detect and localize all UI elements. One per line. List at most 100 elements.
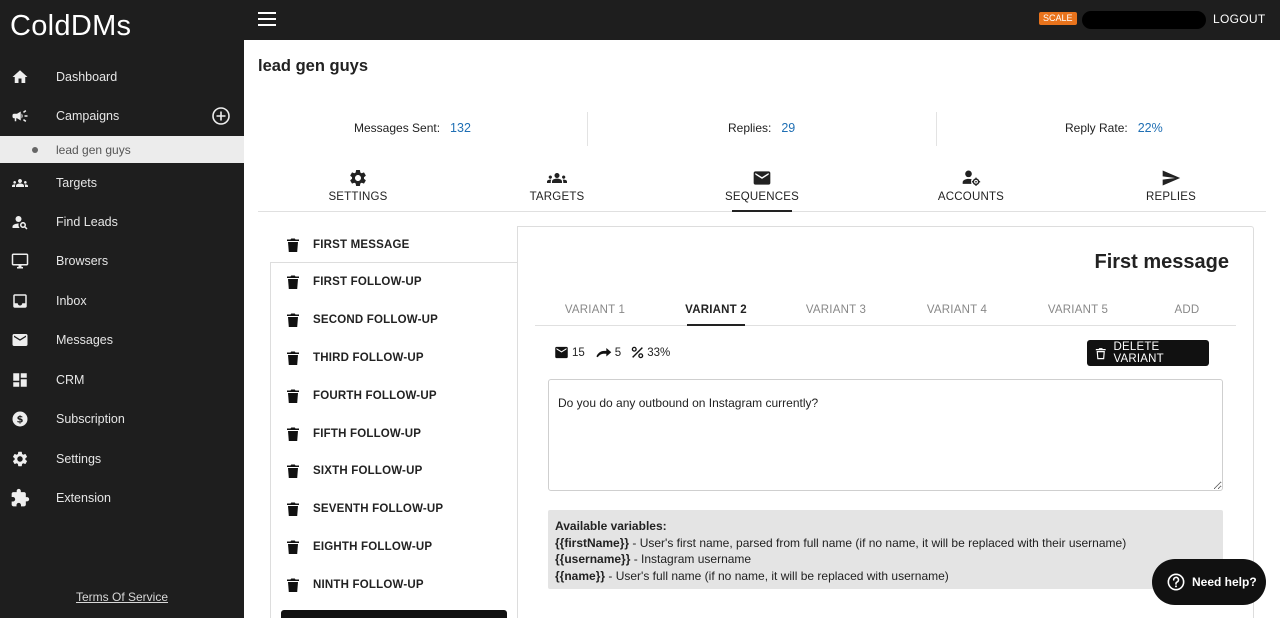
gear-icon bbox=[10, 449, 30, 469]
variable-desc: - User's first name, parsed from full na… bbox=[629, 535, 1127, 550]
sequence-item[interactable]: NINTH FOLLOW-UP bbox=[270, 566, 518, 603]
delete-variant-button[interactable]: DELETE VARIANT bbox=[1087, 340, 1209, 366]
stat-messages-sent: Messages Sent: 132 bbox=[354, 121, 471, 135]
percent-icon bbox=[631, 346, 644, 359]
stat-label: Reply Rate: bbox=[1065, 121, 1128, 135]
plan-badge: SCALE bbox=[1039, 12, 1077, 25]
tab-variant-1[interactable]: VARIANT 1 bbox=[535, 298, 655, 326]
sidebar-subitem-label: lead gen guys bbox=[56, 142, 131, 157]
variables-heading: Available variables: bbox=[555, 519, 667, 533]
need-help-button[interactable]: Need help? bbox=[1152, 559, 1266, 605]
bullet-icon bbox=[32, 147, 38, 153]
menu-icon[interactable] bbox=[258, 12, 276, 26]
person-search-icon bbox=[10, 212, 30, 232]
sequence-item-label: NINTH FOLLOW-UP bbox=[313, 578, 424, 591]
sequence-item[interactable]: FOURTH FOLLOW-UP bbox=[270, 377, 518, 414]
sequence-item[interactable]: THIRD FOLLOW-UP bbox=[270, 339, 518, 376]
metric-value: 5 bbox=[614, 346, 622, 359]
trash-icon[interactable] bbox=[286, 388, 300, 404]
sequence-item[interactable]: FIRST FOLLOW-UP bbox=[270, 264, 518, 301]
tab-replies[interactable]: REPLIES bbox=[1111, 166, 1231, 212]
sidebar-item-targets[interactable]: Targets bbox=[0, 168, 244, 198]
trash-icon[interactable] bbox=[286, 539, 300, 555]
variable-token: {{name}} bbox=[555, 568, 606, 583]
tab-label: ACCOUNTS bbox=[937, 191, 1005, 203]
sidebar-item-subscription[interactable]: $ Subscription bbox=[0, 404, 244, 434]
sidebar-item-campaigns[interactable]: Campaigns bbox=[0, 101, 244, 131]
sidebar-item-label: Browsers bbox=[56, 254, 109, 268]
sequence-item[interactable]: EIGHTH FOLLOW-UP bbox=[270, 528, 518, 565]
stat-value: 29 bbox=[781, 121, 796, 135]
sidebar-item-inbox[interactable]: Inbox bbox=[0, 286, 244, 316]
tab-label: TARGETS bbox=[529, 191, 585, 203]
sequence-item[interactable]: SEVENTH FOLLOW-UP bbox=[270, 491, 518, 528]
sidebar-item-crm[interactable]: CRM bbox=[0, 365, 244, 395]
sidebar-item-messages[interactable]: Messages bbox=[0, 325, 244, 355]
page-title: lead gen guys bbox=[258, 57, 369, 75]
variable-row: {{name}} - User's full name (if no name,… bbox=[555, 568, 1216, 585]
tab-accounts[interactable]: ACCOUNTS bbox=[911, 166, 1031, 212]
variable-token: {{username}} bbox=[555, 552, 631, 566]
stat-label: Messages Sent: bbox=[354, 121, 441, 135]
tab-sequences[interactable]: SEQUENCES bbox=[702, 166, 822, 212]
divider bbox=[587, 112, 588, 146]
trash-icon[interactable] bbox=[286, 577, 300, 593]
trash-icon[interactable] bbox=[286, 312, 300, 328]
tab-variant-4[interactable]: VARIANT 4 bbox=[897, 298, 1017, 326]
redacted-username bbox=[1082, 11, 1206, 29]
sidebar-item-dashboard[interactable]: Dashboard bbox=[0, 62, 244, 92]
trash-icon[interactable] bbox=[286, 350, 300, 366]
variant-tabs: VARIANT 1 VARIANT 2 VARIANT 3 VARIANT 4 … bbox=[535, 298, 1236, 326]
sequence-item-label: FIFTH FOLLOW-UP bbox=[313, 427, 422, 440]
trash-icon[interactable] bbox=[286, 237, 300, 253]
sidebar: ColdDMs Dashboard Campaigns lead gen guy… bbox=[0, 0, 244, 618]
campaign-tabs: SETTINGS TARGETS SEQUENCES ACCOUNTS REPL… bbox=[258, 166, 1266, 212]
mail-icon bbox=[753, 171, 771, 185]
variable-desc: - Instagram username bbox=[630, 552, 752, 566]
metric-value: 33% bbox=[647, 346, 671, 359]
sidebar-item-find-leads[interactable]: Find Leads bbox=[0, 207, 244, 237]
variable-token: {{firstName}} bbox=[555, 535, 630, 550]
sequence-item-label: THIRD FOLLOW-UP bbox=[313, 351, 424, 364]
sequence-item[interactable]: FIFTH FOLLOW-UP bbox=[270, 415, 518, 452]
stat-reply-rate: Reply Rate: 22% bbox=[1065, 121, 1163, 135]
metric-sent: 15 bbox=[554, 346, 585, 359]
sidebar-item-extension[interactable]: Extension bbox=[0, 483, 244, 513]
terms-of-service-link[interactable]: Terms Of Service bbox=[76, 590, 168, 604]
tab-variant-2[interactable]: VARIANT 2 bbox=[656, 298, 776, 326]
divider bbox=[936, 112, 937, 146]
mail-icon bbox=[555, 346, 568, 359]
trash-icon bbox=[1095, 347, 1106, 359]
sidebar-item-label: Targets bbox=[56, 176, 97, 190]
tab-targets[interactable]: TARGETS bbox=[497, 166, 617, 212]
sidebar-item-browsers[interactable]: Browsers bbox=[0, 246, 244, 276]
tab-label: REPLIES bbox=[1146, 191, 1196, 203]
sequence-item-label: EIGHTH FOLLOW-UP bbox=[313, 540, 433, 553]
tab-add-variant[interactable]: ADD bbox=[1127, 298, 1247, 326]
sidebar-subitem-campaign[interactable]: lead gen guys bbox=[0, 136, 244, 163]
tab-variant-3[interactable]: VARIANT 3 bbox=[776, 298, 896, 326]
gear-icon bbox=[350, 170, 366, 186]
sidebar-item-settings[interactable]: Settings bbox=[0, 444, 244, 474]
inbox-icon bbox=[10, 291, 30, 311]
sequence-item[interactable]: SIXTH FOLLOW-UP bbox=[270, 453, 518, 490]
sidebar-item-label: Dashboard bbox=[56, 70, 118, 84]
stat-value: 132 bbox=[450, 121, 471, 135]
sidebar-item-label: Settings bbox=[56, 452, 102, 466]
dashboard-grid-icon bbox=[10, 370, 30, 390]
metric-rate: 33% bbox=[631, 346, 670, 359]
sequence-item[interactable]: SECOND FOLLOW-UP bbox=[270, 302, 518, 339]
add-campaign-icon[interactable] bbox=[211, 106, 231, 126]
tab-variant-5[interactable]: VARIANT 5 bbox=[1018, 298, 1138, 326]
mail-icon bbox=[10, 330, 30, 350]
logout-button[interactable]: LOGOUT bbox=[1213, 12, 1265, 26]
trash-icon[interactable] bbox=[286, 501, 300, 517]
tab-settings[interactable]: SETTINGS bbox=[298, 166, 418, 212]
sidebar-item-label: Messages bbox=[56, 333, 113, 347]
message-input[interactable]: Do you do any outbound on Instagram curr… bbox=[548, 379, 1223, 491]
trash-icon[interactable] bbox=[286, 274, 300, 290]
trash-icon[interactable] bbox=[286, 426, 300, 442]
trash-icon[interactable] bbox=[286, 463, 300, 479]
add-follow-up-button[interactable] bbox=[281, 610, 507, 618]
sequence-item[interactable]: FIRST MESSAGE bbox=[270, 226, 518, 263]
